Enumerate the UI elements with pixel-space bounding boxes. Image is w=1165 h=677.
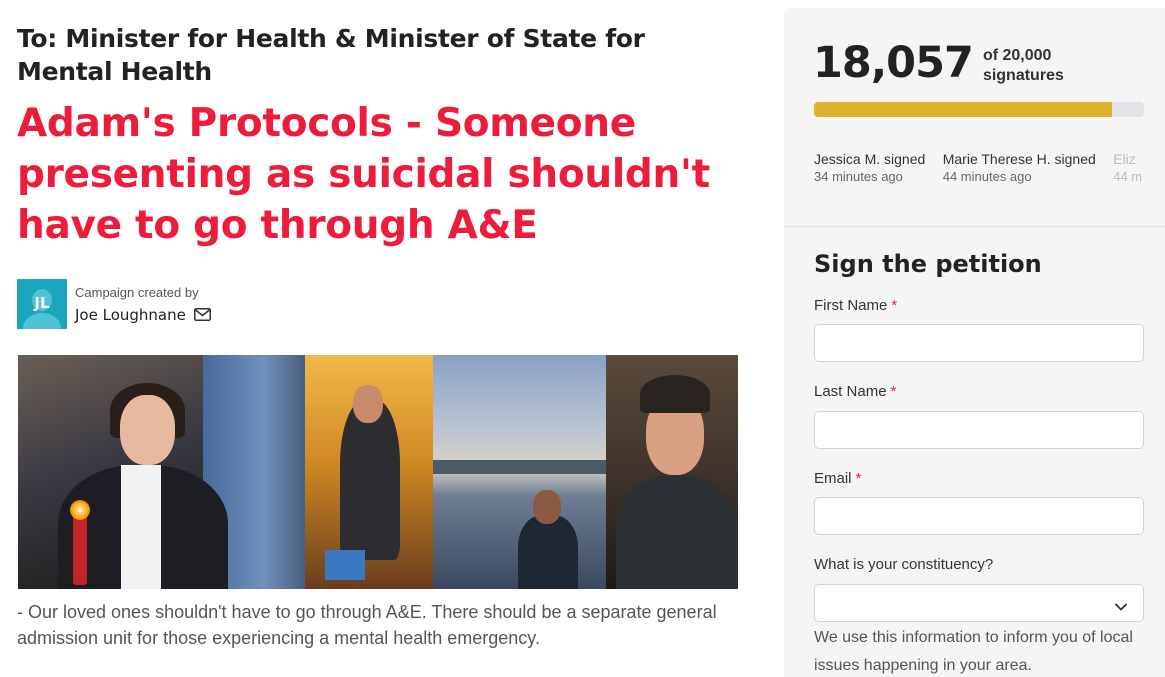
petition-summary: - Our loved ones shouldn't have to go th… <box>17 602 717 648</box>
created-by-label: Campaign created by <box>75 284 199 300</box>
signature-goal-unit: signatures <box>982 67 1064 84</box>
panel-divider <box>784 226 1165 227</box>
last-name-field[interactable] <box>814 411 1144 449</box>
recent-signer: Jessica M. signed 34 minutes ago <box>814 150 925 186</box>
signature-panel: 18,057 of 20,000 signatures Jessica M. s… <box>784 8 1165 677</box>
photo-panel-candle <box>18 355 305 589</box>
campaign-creator: JL Campaign created by Joe Loughnane <box>17 279 211 329</box>
sign-petition-heading: Sign the petition <box>814 250 1042 278</box>
email-label-text: Email <box>814 470 852 487</box>
signature-progress-fill <box>814 102 1112 117</box>
constituency-label: What is your constituency? <box>814 556 994 573</box>
first-name-label-text: First Name <box>814 297 888 314</box>
recent-signer-time: 44 m <box>1113 169 1143 184</box>
avatar[interactable]: JL <box>17 279 67 329</box>
mail-icon[interactable] <box>193 308 211 321</box>
avatar-initials: JL <box>34 294 50 312</box>
recent-signers: Jessica M. signed 34 minutes ago Marie T… <box>814 150 1144 186</box>
creator-name-row: Joe Loughnane <box>75 306 211 324</box>
recent-signer-name: Marie Therese H. signed <box>942 151 1096 167</box>
photo-panel-waterfront <box>433 355 606 589</box>
recent-signer-name: Jessica M. signed <box>814 151 926 167</box>
recent-signer: Eliz 44 m <box>1113 150 1142 186</box>
photo-panel-seated <box>305 355 433 589</box>
petition-recipient: To: Minister for Health & Minister of St… <box>17 24 645 86</box>
photo-panel-portrait <box>606 355 738 589</box>
creator-text: Campaign created by Joe Loughnane <box>75 285 211 324</box>
signature-count: 18,057 <box>813 38 974 88</box>
first-name-field[interactable] <box>814 324 1144 362</box>
recent-signer-name: Eliz <box>1113 151 1136 167</box>
last-name-label-text: Last Name <box>814 383 887 400</box>
signature-progress-bar <box>814 102 1144 117</box>
email-field[interactable] <box>814 497 1144 535</box>
constituency-help-text: We use this information to inform you of… <box>814 629 1133 674</box>
recent-signer: Marie Therese H. signed 44 minutes ago <box>943 150 1096 186</box>
required-marker: * <box>891 297 898 314</box>
first-name-label: First Name * <box>814 296 897 316</box>
recent-signer-time: 44 minutes ago <box>942 169 1032 184</box>
constituency-select[interactable] <box>814 584 1144 622</box>
email-label: Email * <box>814 469 861 489</box>
required-marker: * <box>855 470 862 487</box>
last-name-label: Last Name * <box>814 382 896 402</box>
required-marker: * <box>890 383 897 400</box>
petition-photo-collage <box>18 355 738 589</box>
petition-main: To: Minister for Health & Minister of St… <box>17 22 747 648</box>
signature-goal: of 20,000 signatures <box>983 46 1064 86</box>
signature-goal-amount: of 20,000 <box>982 47 1052 64</box>
chevron-down-icon <box>1115 598 1127 611</box>
creator-name[interactable]: Joe Loughnane <box>75 306 186 324</box>
petition-title: Adam's Protocols - Someone presenting as… <box>17 101 710 248</box>
signature-counter: 18,057 of 20,000 signatures <box>813 38 1064 88</box>
recent-signer-time: 34 minutes ago <box>814 169 903 184</box>
avatar-silhouette-body <box>23 313 61 329</box>
